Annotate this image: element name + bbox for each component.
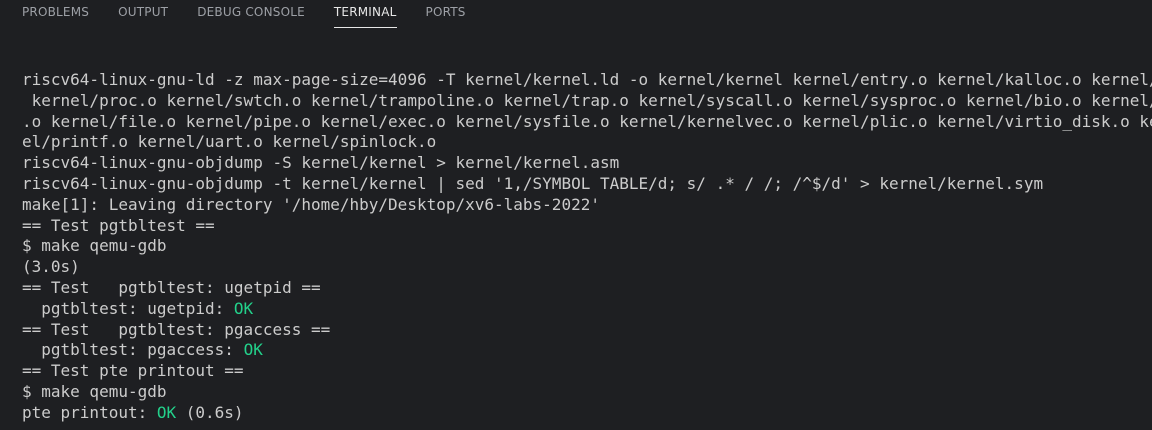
- terminal-line: == Test pgtbltest: pgaccess ==: [22, 320, 1152, 341]
- terminal-line-text: pgtbltest: ugetpid:: [22, 298, 234, 318]
- terminal-line-text: el/printf.o kernel/uart.o kernel/spinloc…: [22, 132, 437, 152]
- tab-output[interactable]: OUTPUT: [118, 0, 168, 28]
- terminal-line: pgtbltest: ugetpid: OK: [22, 299, 1152, 320]
- terminal-line: .o kernel/file.o kernel/pipe.o kernel/ex…: [22, 112, 1152, 133]
- terminal-line: el/printf.o kernel/uart.o kernel/spinloc…: [22, 132, 1152, 153]
- tab-debug-console[interactable]: DEBUG CONSOLE: [197, 0, 305, 28]
- terminal-line: == Test pgtbltest ==: [22, 216, 1152, 237]
- terminal-line-text: == Test pte printout ==: [22, 361, 244, 381]
- terminal-line-text: == Test pgtbltest: ugetpid ==: [22, 277, 321, 297]
- terminal-line: pte printout: OK (0.6s): [22, 403, 1152, 424]
- terminal-panel: PROBLEMS OUTPUT DEBUG CONSOLE TERMINAL P…: [0, 0, 1152, 430]
- terminal-line: riscv64-linux-gnu-objdump -S kernel/kern…: [22, 153, 1152, 174]
- terminal-line: $ make qemu-gdb: [22, 382, 1152, 403]
- tab-problems[interactable]: PROBLEMS: [22, 0, 89, 28]
- terminal-line-text: riscv64-linux-gnu-objdump -S kernel/kern…: [22, 153, 620, 173]
- terminal-line: == Test pgtbltest: ugetpid ==: [22, 278, 1152, 299]
- terminal-line: riscv64-linux-gnu-objdump -t kernel/kern…: [22, 174, 1152, 195]
- terminal-line-text: riscv64-linux-gnu-objdump -t kernel/kern…: [22, 173, 1044, 193]
- terminal-line-text: .o kernel/file.o kernel/pipe.o kernel/ex…: [22, 111, 1152, 131]
- terminal-line-text: kernel/proc.o kernel/swtch.o kernel/tram…: [31, 90, 1152, 110]
- terminal-line-text: (3.0s): [22, 257, 80, 277]
- terminal-line-text: $ make qemu-gdb: [22, 381, 167, 401]
- terminal-line: == Test pte printout ==: [22, 361, 1152, 382]
- terminal-line-text: $ make qemu-gdb: [22, 236, 167, 256]
- terminal-line: $ make qemu-gdb: [22, 236, 1152, 257]
- terminal-line-text: == Test pgtbltest: pgaccess ==: [22, 319, 331, 339]
- test-duration: (0.6s): [176, 402, 244, 422]
- terminal-line-text: pte printout:: [22, 402, 157, 422]
- test-status-ok: OK: [156, 402, 177, 422]
- panel-tab-bar: PROBLEMS OUTPUT DEBUG CONSOLE TERMINAL P…: [0, 0, 1152, 28]
- terminal-line: (3.0s): [22, 257, 1152, 278]
- terminal-line: kernel/proc.o kernel/swtch.o kernel/tram…: [22, 91, 1152, 112]
- terminal-line-text: pgtbltest: pgaccess:: [22, 340, 244, 360]
- test-status-ok: OK: [243, 340, 263, 360]
- terminal-line: pgtbltest: pgaccess: OK: [22, 340, 1152, 361]
- test-status-ok: OK: [233, 298, 254, 318]
- terminal-line: make[1]: Leaving directory '/home/hby/De…: [22, 195, 1152, 216]
- tab-ports[interactable]: PORTS: [426, 0, 466, 28]
- tab-terminal[interactable]: TERMINAL: [333, 0, 397, 28]
- terminal-line-text: riscv64-linux-gnu-ld -z max-page-size=40…: [22, 70, 1152, 89]
- terminal-line-text: make[1]: Leaving directory '/home/hby/De…: [22, 194, 600, 214]
- terminal-line: riscv64-linux-gnu-ld -z max-page-size=40…: [22, 70, 1152, 91]
- terminal-line-text: == Test pgtbltest ==: [22, 215, 215, 235]
- terminal-output[interactable]: riscv64-linux-gnu-ld -z max-page-size=40…: [22, 70, 1152, 430]
